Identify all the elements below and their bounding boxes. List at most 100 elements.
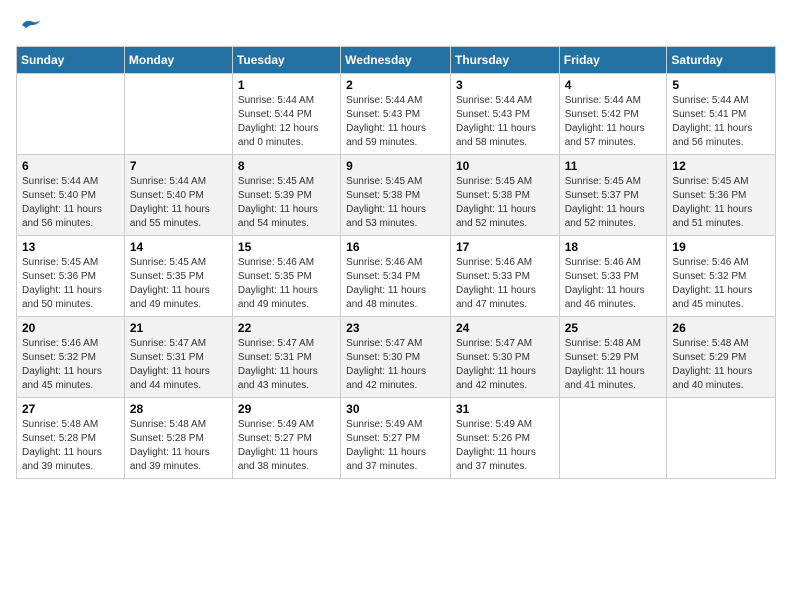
logo-bird-icon <box>18 16 42 34</box>
calendar-cell: 25 Sunrise: 5:48 AM Sunset: 5:29 PM Dayli… <box>559 317 667 398</box>
day-number: 21 <box>130 321 227 335</box>
calendar-header-saturday: Saturday <box>667 47 776 74</box>
day-info: Sunrise: 5:48 AM Sunset: 5:29 PM Dayligh… <box>565 337 662 393</box>
calendar-cell: 27 Sunrise: 5:48 AM Sunset: 5:28 PM Dayli… <box>17 398 125 479</box>
day-info: Sunrise: 5:45 AM Sunset: 5:36 PM Dayligh… <box>22 256 119 312</box>
calendar-cell <box>559 398 667 479</box>
calendar-header-friday: Friday <box>559 47 667 74</box>
calendar-cell: 22 Sunrise: 5:47 AM Sunset: 5:31 PM Dayli… <box>232 317 340 398</box>
day-info: Sunrise: 5:46 AM Sunset: 5:32 PM Dayligh… <box>22 337 119 393</box>
day-number: 20 <box>22 321 119 335</box>
calendar-week-row: 27 Sunrise: 5:48 AM Sunset: 5:28 PM Dayli… <box>17 398 776 479</box>
day-info: Sunrise: 5:45 AM Sunset: 5:36 PM Dayligh… <box>672 175 770 231</box>
day-info: Sunrise: 5:46 AM Sunset: 5:33 PM Dayligh… <box>565 256 662 312</box>
day-info: Sunrise: 5:48 AM Sunset: 5:28 PM Dayligh… <box>130 418 227 474</box>
day-number: 12 <box>672 159 770 173</box>
day-info: Sunrise: 5:49 AM Sunset: 5:27 PM Dayligh… <box>238 418 335 474</box>
day-number: 27 <box>22 402 119 416</box>
day-number: 30 <box>346 402 445 416</box>
calendar-cell: 1Sunrise: 5:44 AM Sunset: 5:44 PM Daylig… <box>232 74 340 155</box>
calendar-cell: 12 Sunrise: 5:45 AM Sunset: 5:36 PM Dayli… <box>667 155 776 236</box>
calendar-cell: 26Sunrise: 5:48 AM Sunset: 5:29 PM Dayli… <box>667 317 776 398</box>
calendar-cell: 13 Sunrise: 5:45 AM Sunset: 5:36 PM Dayli… <box>17 236 125 317</box>
day-number: 13 <box>22 240 119 254</box>
calendar-table: SundayMondayTuesdayWednesdayThursdayFrid… <box>16 46 776 479</box>
calendar-week-row: 6 Sunrise: 5:44 AM Sunset: 5:40 PM Daylig… <box>17 155 776 236</box>
day-number: 28 <box>130 402 227 416</box>
calendar-cell: 23 Sunrise: 5:47 AM Sunset: 5:30 PM Dayli… <box>341 317 451 398</box>
day-number: 26 <box>672 321 770 335</box>
day-info: Sunrise: 5:45 AM Sunset: 5:39 PM Dayligh… <box>238 175 335 231</box>
day-info: Sunrise: 5:44 AM Sunset: 5:44 PM Dayligh… <box>238 94 335 150</box>
day-info: Sunrise: 5:44 AM Sunset: 5:42 PM Dayligh… <box>565 94 662 150</box>
day-info: Sunrise: 5:44 AM Sunset: 5:41 PM Dayligh… <box>672 94 770 150</box>
calendar-header-wednesday: Wednesday <box>341 47 451 74</box>
day-number: 8 <box>238 159 335 173</box>
day-info: Sunrise: 5:45 AM Sunset: 5:37 PM Dayligh… <box>565 175 662 231</box>
day-number: 6 <box>22 159 119 173</box>
calendar-cell: 14Sunrise: 5:45 AM Sunset: 5:35 PM Dayli… <box>124 236 232 317</box>
calendar-cell: 10 Sunrise: 5:45 AM Sunset: 5:38 PM Dayli… <box>450 155 559 236</box>
calendar-header-sunday: Sunday <box>17 47 125 74</box>
calendar-cell: 11 Sunrise: 5:45 AM Sunset: 5:37 PM Dayli… <box>559 155 667 236</box>
day-info: Sunrise: 5:46 AM Sunset: 5:35 PM Dayligh… <box>238 256 335 312</box>
calendar-cell: 31Sunrise: 5:49 AM Sunset: 5:26 PM Dayli… <box>450 398 559 479</box>
calendar-cell: 5Sunrise: 5:44 AM Sunset: 5:41 PM Daylig… <box>667 74 776 155</box>
day-number: 4 <box>565 78 662 92</box>
day-info: Sunrise: 5:45 AM Sunset: 5:38 PM Dayligh… <box>456 175 554 231</box>
day-info: Sunrise: 5:47 AM Sunset: 5:31 PM Dayligh… <box>130 337 227 393</box>
day-info: Sunrise: 5:45 AM Sunset: 5:35 PM Dayligh… <box>130 256 227 312</box>
calendar-cell: 24 Sunrise: 5:47 AM Sunset: 5:30 PM Dayli… <box>450 317 559 398</box>
calendar-cell: 15 Sunrise: 5:46 AM Sunset: 5:35 PM Dayli… <box>232 236 340 317</box>
day-number: 29 <box>238 402 335 416</box>
calendar-cell: 2 Sunrise: 5:44 AM Sunset: 5:43 PM Daylig… <box>341 74 451 155</box>
calendar-cell <box>124 74 232 155</box>
day-info: Sunrise: 5:44 AM Sunset: 5:40 PM Dayligh… <box>22 175 119 231</box>
day-info: Sunrise: 5:46 AM Sunset: 5:32 PM Dayligh… <box>672 256 770 312</box>
calendar-header-monday: Monday <box>124 47 232 74</box>
day-number: 11 <box>565 159 662 173</box>
logo <box>16 16 42 34</box>
calendar-cell <box>17 74 125 155</box>
day-number: 31 <box>456 402 554 416</box>
calendar-cell: 28 Sunrise: 5:48 AM Sunset: 5:28 PM Dayli… <box>124 398 232 479</box>
day-number: 17 <box>456 240 554 254</box>
day-info: Sunrise: 5:44 AM Sunset: 5:43 PM Dayligh… <box>456 94 554 150</box>
calendar-cell: 16Sunrise: 5:46 AM Sunset: 5:34 PM Dayli… <box>341 236 451 317</box>
day-number: 24 <box>456 321 554 335</box>
day-info: Sunrise: 5:47 AM Sunset: 5:30 PM Dayligh… <box>346 337 445 393</box>
calendar-cell: 8 Sunrise: 5:45 AM Sunset: 5:39 PM Daylig… <box>232 155 340 236</box>
day-info: Sunrise: 5:44 AM Sunset: 5:40 PM Dayligh… <box>130 175 227 231</box>
day-info: Sunrise: 5:45 AM Sunset: 5:38 PM Dayligh… <box>346 175 445 231</box>
calendar-cell: 3Sunrise: 5:44 AM Sunset: 5:43 PM Daylig… <box>450 74 559 155</box>
page-header <box>16 16 776 34</box>
calendar-cell: 18 Sunrise: 5:46 AM Sunset: 5:33 PM Dayli… <box>559 236 667 317</box>
calendar-cell: 6 Sunrise: 5:44 AM Sunset: 5:40 PM Daylig… <box>17 155 125 236</box>
day-info: Sunrise: 5:44 AM Sunset: 5:43 PM Dayligh… <box>346 94 445 150</box>
calendar-header-row: SundayMondayTuesdayWednesdayThursdayFrid… <box>17 47 776 74</box>
day-info: Sunrise: 5:46 AM Sunset: 5:33 PM Dayligh… <box>456 256 554 312</box>
day-info: Sunrise: 5:47 AM Sunset: 5:31 PM Dayligh… <box>238 337 335 393</box>
day-info: Sunrise: 5:46 AM Sunset: 5:34 PM Dayligh… <box>346 256 445 312</box>
day-number: 19 <box>672 240 770 254</box>
day-number: 10 <box>456 159 554 173</box>
calendar-week-row: 13 Sunrise: 5:45 AM Sunset: 5:36 PM Dayli… <box>17 236 776 317</box>
calendar-cell: 9Sunrise: 5:45 AM Sunset: 5:38 PM Daylig… <box>341 155 451 236</box>
calendar-cell: 29 Sunrise: 5:49 AM Sunset: 5:27 PM Dayli… <box>232 398 340 479</box>
day-number: 2 <box>346 78 445 92</box>
calendar-cell: 30 Sunrise: 5:49 AM Sunset: 5:27 PM Dayli… <box>341 398 451 479</box>
calendar-cell: 17 Sunrise: 5:46 AM Sunset: 5:33 PM Dayli… <box>450 236 559 317</box>
calendar-week-row: 20 Sunrise: 5:46 AM Sunset: 5:32 PM Dayli… <box>17 317 776 398</box>
day-number: 23 <box>346 321 445 335</box>
calendar-cell <box>667 398 776 479</box>
day-info: Sunrise: 5:49 AM Sunset: 5:27 PM Dayligh… <box>346 418 445 474</box>
calendar-week-row: 1Sunrise: 5:44 AM Sunset: 5:44 PM Daylig… <box>17 74 776 155</box>
calendar-cell: 4 Sunrise: 5:44 AM Sunset: 5:42 PM Daylig… <box>559 74 667 155</box>
day-number: 7 <box>130 159 227 173</box>
day-number: 22 <box>238 321 335 335</box>
day-info: Sunrise: 5:47 AM Sunset: 5:30 PM Dayligh… <box>456 337 554 393</box>
day-number: 15 <box>238 240 335 254</box>
day-number: 18 <box>565 240 662 254</box>
day-info: Sunrise: 5:48 AM Sunset: 5:28 PM Dayligh… <box>22 418 119 474</box>
day-number: 25 <box>565 321 662 335</box>
